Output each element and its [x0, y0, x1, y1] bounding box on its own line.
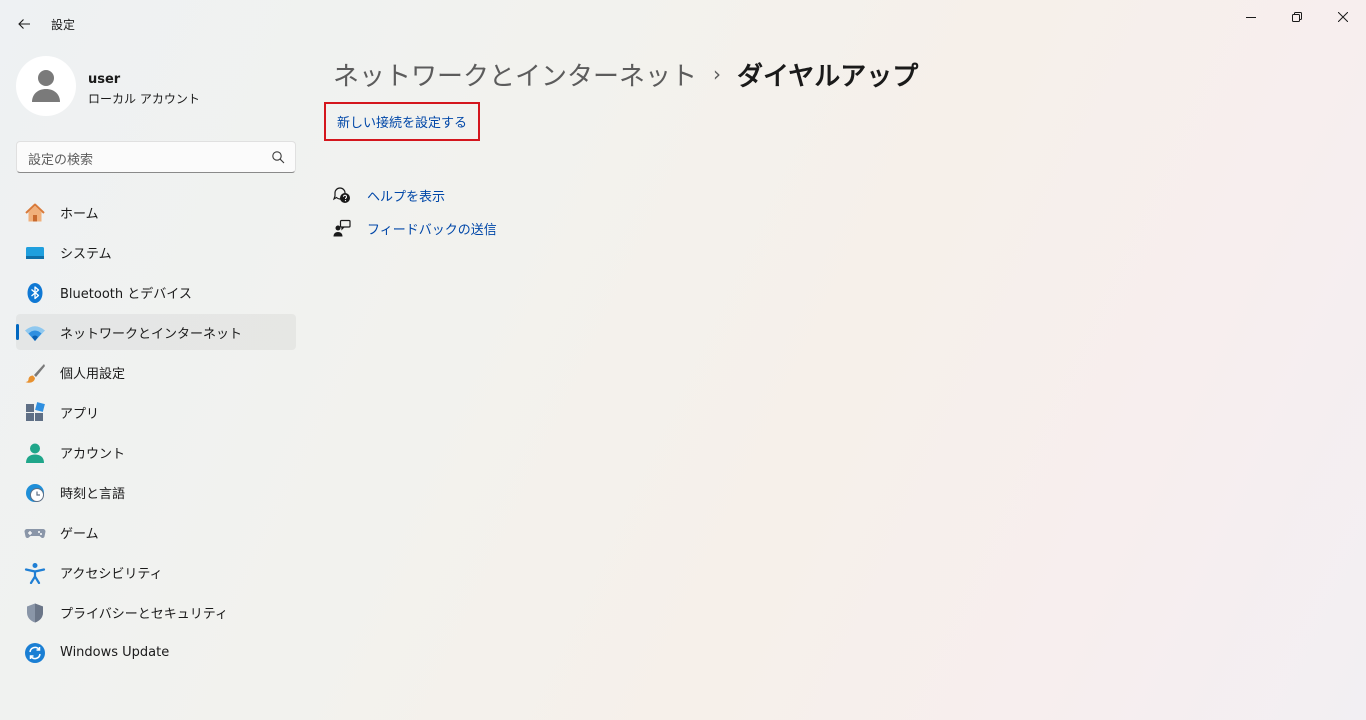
get-help-link[interactable]: ヘルプを表示: [332, 183, 445, 207]
account-icon: [24, 442, 46, 464]
sidebar-item-label: 個人用設定: [60, 366, 126, 382]
sidebar-item-label: アプリ: [60, 406, 100, 422]
sidebar-item-label: アクセシビリティ: [60, 566, 163, 582]
back-button[interactable]: [12, 12, 36, 36]
user-profile[interactable]: user ローカル アカウント: [16, 56, 296, 116]
sidebar-item-accounts[interactable]: アカウント: [16, 434, 296, 470]
help-icon: [332, 185, 352, 205]
app-title: 設定: [51, 18, 76, 32]
bluetooth-icon: [24, 282, 46, 304]
send-feedback-link[interactable]: フィードバックの送信: [332, 216, 497, 240]
title-bar: 設定: [0, 0, 1366, 48]
sidebar-item-label: Windows Update: [60, 644, 170, 660]
apps-icon: [24, 402, 46, 424]
search-box[interactable]: 設定の検索: [16, 141, 296, 173]
accessibility-icon: [24, 562, 46, 584]
feedback-icon: [332, 218, 352, 238]
new-connection-link[interactable]: 新しい接続を設定する: [324, 102, 481, 141]
restore-button[interactable]: [1274, 4, 1320, 30]
sidebar-item-accessibility[interactable]: アクセシビリティ: [16, 554, 296, 590]
sidebar-item-label: ネットワークとインターネット: [60, 326, 243, 342]
system-icon: [24, 242, 46, 264]
sidebar-item-bluetooth[interactable]: Bluetooth とデバイス: [16, 274, 296, 310]
account-type: ローカル アカウント: [88, 92, 200, 106]
sidebar-nav: ホーム システム Bluetooth とデバイス ネットワークとインターネット …: [16, 194, 296, 674]
search-input[interactable]: 設定の検索: [28, 149, 93, 168]
sidebar-item-time-language[interactable]: 時刻と言語: [16, 474, 296, 510]
sidebar-item-windows-update[interactable]: Windows Update: [16, 634, 296, 670]
user-name: user: [88, 72, 121, 87]
sidebar-item-label: システム: [60, 246, 112, 262]
sidebar-item-label: プライバシーとセキュリティ: [60, 606, 228, 622]
user-avatar-icon: [32, 70, 60, 102]
sidebar-item-privacy[interactable]: プライバシーとセキュリティ: [16, 594, 296, 630]
sidebar-item-personalization[interactable]: 個人用設定: [16, 354, 296, 390]
send-feedback-label: フィードバックの送信: [367, 222, 497, 238]
breadcrumb-parent-link[interactable]: ネットワークとインターネット: [333, 56, 697, 93]
sidebar-item-label: Bluetooth とデバイス: [60, 286, 192, 302]
sidebar-item-label: ホーム: [60, 206, 99, 222]
gamepad-icon: [24, 522, 46, 544]
windows-update-icon: [24, 642, 46, 664]
avatar: [16, 56, 76, 116]
sidebar-item-label: 時刻と言語: [60, 486, 126, 502]
time-language-icon: [24, 482, 46, 504]
breadcrumb-chevron-icon: ›: [713, 62, 722, 86]
minimize-icon: [1246, 17, 1256, 18]
minimize-button[interactable]: [1228, 4, 1274, 30]
brush-icon: [24, 362, 46, 384]
selection-indicator: [16, 324, 19, 340]
sidebar-item-label: アカウント: [60, 446, 126, 462]
page-title: ダイヤルアップ: [737, 61, 919, 92]
sidebar-item-system[interactable]: システム: [16, 234, 296, 270]
sidebar-item-gaming[interactable]: ゲーム: [16, 514, 296, 550]
sidebar-item-network[interactable]: ネットワークとインターネット: [16, 314, 296, 350]
sidebar-item-apps[interactable]: アプリ: [16, 394, 296, 430]
back-arrow-icon: [18, 19, 30, 29]
sidebar-item-label: ゲーム: [60, 526, 99, 542]
search-icon[interactable]: [271, 150, 285, 164]
sidebar-item-home[interactable]: ホーム: [16, 194, 296, 230]
new-connection-label: 新しい接続を設定する: [337, 116, 468, 131]
restore-icon: [1292, 12, 1302, 22]
close-button[interactable]: [1320, 4, 1366, 30]
breadcrumb: ネットワークとインターネット › ダイヤルアップ: [333, 56, 918, 92]
wifi-icon: [24, 322, 46, 344]
close-icon: [1338, 12, 1348, 22]
shield-icon: [24, 602, 46, 624]
get-help-label: ヘルプを表示: [367, 189, 446, 205]
home-icon: [24, 202, 46, 224]
